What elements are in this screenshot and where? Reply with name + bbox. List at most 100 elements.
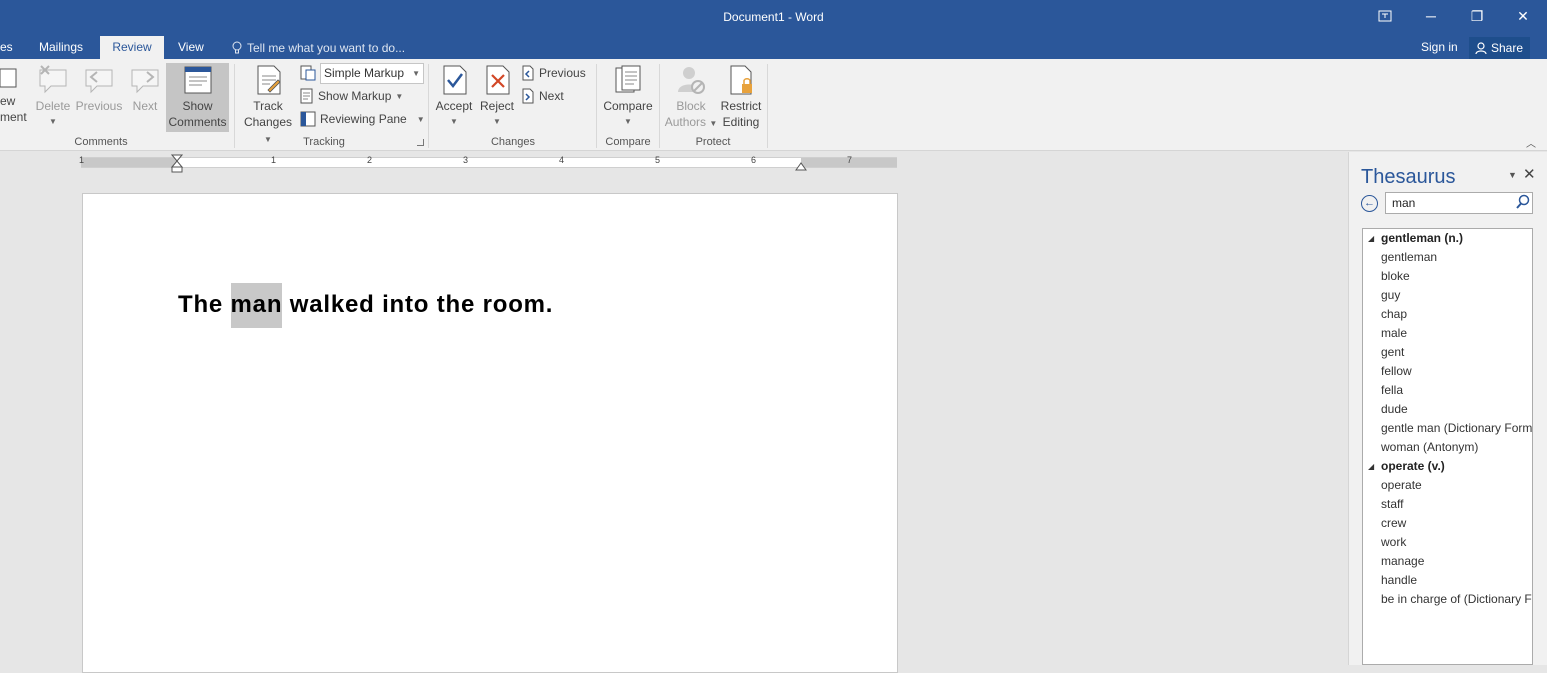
accept-button[interactable]: Accept ▼ xyxy=(433,64,475,130)
group-divider xyxy=(767,64,768,148)
group-divider xyxy=(428,64,429,148)
thesaurus-title: Thesaurus xyxy=(1361,166,1456,188)
show-comments-label-1: Show xyxy=(182,99,213,113)
restore-button[interactable]: ❐ xyxy=(1454,0,1500,32)
thesaurus-synonym[interactable]: chap xyxy=(1363,305,1532,324)
reviewing-pane-button[interactable]: Reviewing Pane ▼ xyxy=(300,109,425,129)
tracking-dialog-launcher[interactable] xyxy=(417,139,424,146)
tell-me-search[interactable]: Tell me what you want to do... xyxy=(232,36,405,59)
thesaurus-item-label: male xyxy=(1381,326,1408,340)
reject-button[interactable]: Reject ▼ xyxy=(477,64,517,130)
thesaurus-synonym[interactable]: crew xyxy=(1363,514,1532,533)
thesaurus-search-input[interactable] xyxy=(1385,192,1533,214)
delete-comment-button[interactable]: Delete ▼ xyxy=(34,64,72,130)
thesaurus-synonym[interactable]: gentleman xyxy=(1363,248,1532,267)
thesaurus-synonym[interactable]: dude xyxy=(1363,400,1532,419)
close-pane-icon[interactable]: ✕ xyxy=(1523,165,1536,183)
display-for-review-select[interactable]: Simple Markup ▼ xyxy=(320,63,424,84)
tab-review[interactable]: Review xyxy=(100,36,164,59)
previous-comment-button[interactable]: Previous xyxy=(75,64,123,114)
back-arrow-icon[interactable]: ← xyxy=(1361,195,1378,212)
thesaurus-synonym[interactable]: be in charge of (Dictionary Form) xyxy=(1363,590,1532,609)
thesaurus-item-label: bloke xyxy=(1381,269,1410,283)
tab-references[interactable]: es xyxy=(0,36,21,59)
previous-change-button[interactable]: Previous xyxy=(521,63,586,83)
thesaurus-synonym[interactable]: gentle man (Dictionary Form) xyxy=(1363,419,1532,438)
thesaurus-heading[interactable]: ◢ gentleman (n.) xyxy=(1363,229,1532,248)
selected-word[interactable]: man xyxy=(230,283,283,328)
restrict-editing-label-2: Editing xyxy=(722,115,760,129)
show-markup-button[interactable]: Show Markup ▼ xyxy=(300,86,403,106)
collapse-triangle-icon[interactable]: ◢ xyxy=(1368,229,1374,248)
right-indent-marker-icon[interactable] xyxy=(795,161,807,171)
thesaurus-synonym[interactable]: manage xyxy=(1363,552,1532,571)
block-authors-label-1: Block xyxy=(676,99,706,113)
thesaurus-item-label: dude xyxy=(1381,402,1408,416)
ruler-number: 5 xyxy=(655,155,661,165)
tell-me-text: Tell me what you want to do... xyxy=(247,40,406,55)
compare-button[interactable]: Compare ▼ xyxy=(601,64,655,130)
thesaurus-synonym[interactable]: operate xyxy=(1363,476,1532,495)
pane-options-icon[interactable]: ▼ xyxy=(1508,170,1517,180)
document-text-before: The xyxy=(178,291,231,318)
share-button[interactable]: Share xyxy=(1469,37,1530,59)
reject-label: Reject xyxy=(479,99,514,113)
reviewing-pane-caret: ▼ xyxy=(416,114,425,124)
ruler-number: 4 xyxy=(559,155,565,165)
thesaurus-item-label: chap xyxy=(1381,307,1408,321)
thesaurus-item-label: staff xyxy=(1381,497,1404,511)
tab-mailings[interactable]: Mailings xyxy=(31,36,91,59)
thesaurus-synonym[interactable]: male xyxy=(1363,324,1532,343)
minimize-button[interactable]: ─ xyxy=(1408,0,1454,32)
restrict-editing-button[interactable]: Restrict Editing xyxy=(718,64,764,130)
ribbon-display-options-button[interactable] xyxy=(1362,0,1408,32)
show-comments-icon xyxy=(184,66,211,94)
thesaurus-synonym[interactable]: fellow xyxy=(1363,362,1532,381)
compare-label: Compare xyxy=(603,99,653,113)
document-page[interactable]: The man walked into the room. xyxy=(82,193,898,673)
thesaurus-synonym[interactable]: woman (Antonym) xyxy=(1363,438,1532,457)
thesaurus-results-list: ◢ gentleman (n.) gentleman bloke guy chap male… xyxy=(1362,228,1533,665)
thesaurus-synonym[interactable]: bloke xyxy=(1363,267,1532,286)
new-comment-label-2: ment xyxy=(0,110,27,124)
thesaurus-synonym[interactable]: gent xyxy=(1363,343,1532,362)
thesaurus-item-label: handle xyxy=(1381,573,1418,587)
new-comment-button[interactable]: ew ment xyxy=(0,67,30,125)
collapse-ribbon-icon[interactable]: ︿ xyxy=(1526,135,1536,150)
thesaurus-heading[interactable]: ◢ operate (v.) xyxy=(1363,457,1532,476)
thesaurus-item-label: guy xyxy=(1381,288,1401,302)
thesaurus-synonym[interactable]: fella xyxy=(1363,381,1532,400)
next-comment-label: Next xyxy=(132,99,158,113)
sign-in-link[interactable]: Sign in xyxy=(1421,40,1458,54)
thesaurus-synonym[interactable]: guy xyxy=(1363,286,1532,305)
delete-label: Delete xyxy=(35,99,71,113)
previous-change-label: Previous xyxy=(539,66,586,80)
search-icon[interactable] xyxy=(1516,194,1530,210)
thesaurus-item-label: manage xyxy=(1381,554,1425,568)
horizontal-ruler: 1 1 2 3 4 5 6 7 xyxy=(79,154,897,173)
reject-caret: ▼ xyxy=(493,117,501,126)
thesaurus-synonym[interactable]: handle xyxy=(1363,571,1532,590)
display-for-review-icon xyxy=(300,65,316,81)
person-icon xyxy=(1475,41,1487,54)
track-changes-caret: ▼ xyxy=(264,135,272,144)
ruler-number: 7 xyxy=(847,155,853,165)
next-change-button[interactable]: Next xyxy=(521,86,564,106)
collapse-triangle-icon[interactable]: ◢ xyxy=(1368,457,1374,476)
ribbon: ew ment Delete ▼ Previous Next Show Comm… xyxy=(0,59,1547,151)
share-label: Share xyxy=(1491,41,1524,55)
block-authors-label-2-text: Authors xyxy=(664,115,707,129)
previous-comment-label: Previous xyxy=(75,99,123,113)
thesaurus-synonym[interactable]: staff xyxy=(1363,495,1532,514)
thesaurus-item-label: fella xyxy=(1381,383,1404,397)
close-button[interactable]: ✕ xyxy=(1500,0,1546,32)
thesaurus-item-label: gentleman (n.) xyxy=(1381,231,1464,245)
thesaurus-item-label: gentleman xyxy=(1381,250,1438,264)
tab-view[interactable]: View xyxy=(170,36,212,59)
block-authors-button[interactable]: Block Authors ▼ xyxy=(664,64,718,132)
next-comment-button[interactable]: Next xyxy=(127,64,163,114)
thesaurus-synonym[interactable]: work xyxy=(1363,533,1532,552)
block-authors-label-2: Authors ▼ xyxy=(664,114,718,132)
document-paragraph[interactable]: The man walked into the room. xyxy=(178,283,553,328)
indent-marker-icon[interactable] xyxy=(171,154,183,174)
